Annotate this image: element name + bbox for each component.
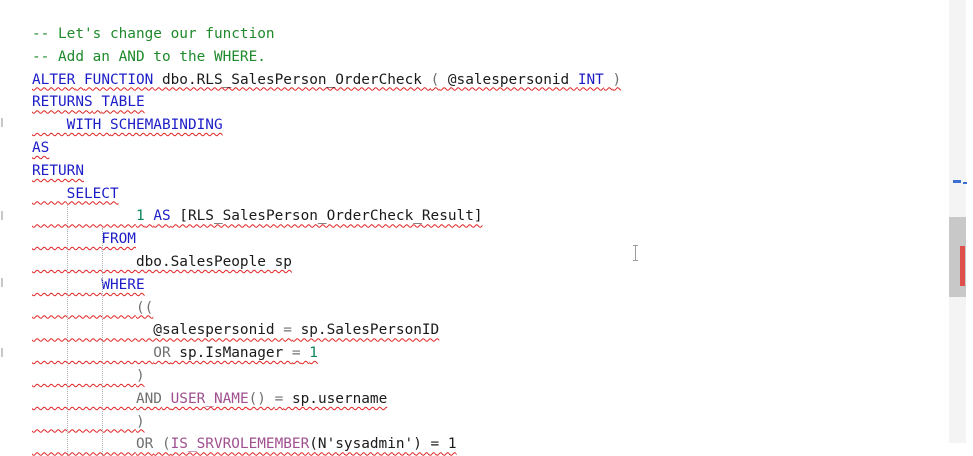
code-token: USER_NAME (170, 390, 249, 407)
scrollbar-error-marker (960, 246, 965, 286)
code-line[interactable]: dbo.SalesPeople sp (32, 251, 292, 274)
text-cursor-icon (633, 245, 638, 261)
code-token: AS (32, 140, 50, 156)
code-token: @salespersonid (439, 71, 578, 88)
gutter-marker (1, 278, 3, 287)
code-editor[interactable]: -- Let's change our function -- Add an AN… (32, 23, 933, 456)
code-token: TABLE (101, 94, 145, 111)
code-line[interactable]: OR sp.IsManager = 1 (32, 342, 318, 365)
code-token: sp.username (283, 390, 388, 407)
code-token: ) (135, 413, 145, 430)
code-line[interactable]: SELECT (32, 183, 119, 206)
code-token: = (274, 390, 284, 407)
scrollbar-caret-marker (953, 180, 961, 183)
code-token: sp.IsManager (170, 345, 292, 362)
code-line[interactable]: FROM (32, 228, 136, 251)
code-token: WHERE (101, 276, 145, 293)
code-token: [RLS_SalesPerson_OrderCheck_Result] (170, 208, 483, 225)
indent-guide (66, 205, 68, 456)
code-token: 1 (309, 345, 318, 362)
code-token: OR (135, 436, 154, 453)
code-token: (( (135, 299, 154, 316)
code-token: OR (153, 345, 171, 362)
code-token: = (291, 345, 301, 362)
code-token: 1 (135, 208, 145, 225)
code-token: RETURN (32, 162, 84, 179)
gutter-marker (1, 348, 3, 357)
scrollbar-caret-marker (963, 182, 967, 184)
code-token: AND (135, 390, 162, 407)
code-line[interactable]: ) (32, 411, 145, 434)
code-token: FROM (101, 231, 136, 248)
code-line[interactable]: WITH SCHEMABINDING (32, 114, 223, 137)
code-token: -- Let's change our function (32, 26, 275, 42)
gutter-marker (1, 211, 3, 220)
code-token: ) (135, 368, 145, 384)
code-token: INT (577, 71, 604, 88)
code-token: FUNCTION (84, 71, 154, 88)
code-line[interactable]: -- Let's change our function (32, 23, 275, 46)
code-token: SELECT (66, 185, 119, 202)
gutter-marker (1, 118, 3, 127)
indent-guide (101, 228, 103, 456)
code-token: AS (153, 208, 171, 225)
code-token: WITH (66, 117, 102, 134)
code-token: (N'sysadmin') = 1 (309, 436, 457, 453)
code-line[interactable]: RETURNS TABLE (32, 91, 145, 114)
code-token: ) (612, 71, 622, 88)
code-token: dbo.RLS_SalesPerson_OrderCheck (153, 71, 431, 88)
code-token: RETURNS (32, 94, 93, 111)
code-line[interactable]: AS (32, 137, 49, 160)
code-line[interactable]: @salespersonid = sp.SalesPersonID (32, 319, 439, 342)
code-line[interactable]: RETURN (32, 160, 84, 183)
code-line[interactable]: -- Add an AND to the WHERE. (32, 46, 266, 69)
code-line[interactable]: AND USER_NAME() = sp.username (32, 388, 387, 411)
code-line[interactable]: (( (32, 297, 153, 320)
code-line[interactable]: WHERE (32, 274, 145, 297)
code-token: ALTER (32, 71, 76, 88)
code-token: () (248, 390, 275, 407)
code-token: dbo.SalesPeople sp (32, 254, 292, 270)
editor-gutter (0, 0, 24, 443)
code-line[interactable]: ALTER FUNCTION dbo.RLS_SalesPerson_Order… (32, 69, 621, 92)
code-line[interactable]: OR (IS_SRVROLEMEMBER(N'sysadmin') = 1 (32, 433, 457, 456)
code-token: sp.SalesPersonID (291, 322, 440, 339)
code-token: ( (430, 71, 440, 88)
code-token: = (283, 322, 292, 339)
code-token: -- Add an AND to the WHERE. (32, 48, 266, 65)
code-token: IS_SRVROLEMEMBER (170, 436, 310, 453)
code-token: ( (153, 436, 171, 453)
code-line[interactable]: ) (32, 365, 145, 388)
code-token: @salespersonid (32, 322, 284, 339)
code-token: SCHEMABINDING (109, 117, 223, 134)
code-line[interactable]: 1 AS [RLS_SalesPerson_OrderCheck_Result] (32, 205, 483, 228)
